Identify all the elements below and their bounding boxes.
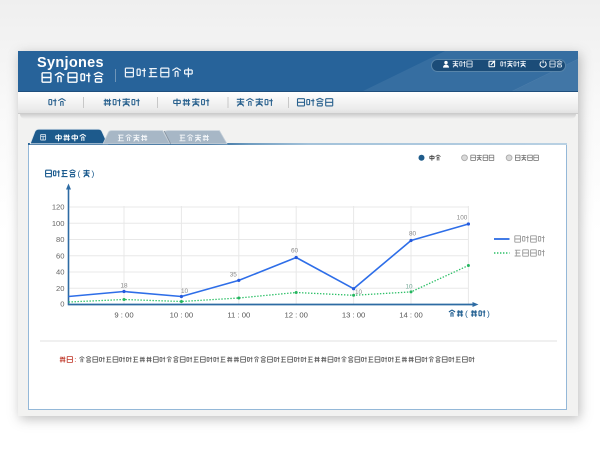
svg-text:(: ( [78,169,81,179]
svg-text:12 : 00: 12 : 00 [284,310,308,319]
svg-text:10 : 00: 10 : 00 [170,310,194,319]
svg-text:40: 40 [56,268,64,277]
svg-text:80: 80 [409,231,417,238]
svg-text:100: 100 [52,219,65,228]
svg-text:10: 10 [181,288,189,295]
svg-text:10: 10 [405,284,413,291]
svg-text:13 : 00: 13 : 00 [342,310,366,319]
svg-text:14 : 00: 14 : 00 [399,310,423,319]
svg-text:20: 20 [56,284,64,293]
svg-text:): ) [92,169,95,179]
svg-text:11 : 00: 11 : 00 [227,310,250,319]
svg-text:(: ( [465,309,468,319]
svg-text:60: 60 [291,248,299,255]
svg-text:120: 120 [52,203,65,212]
svg-text:9 : 00: 9 : 00 [114,310,133,319]
svg-text:18: 18 [120,283,128,290]
svg-text:10: 10 [355,289,363,296]
svg-text::: : [74,355,76,364]
svg-text:0: 0 [60,300,64,309]
svg-text:): ) [487,309,490,319]
svg-text:60: 60 [56,251,64,260]
svg-text:80: 80 [56,235,64,244]
svg-text:100: 100 [457,215,468,222]
svg-text:35: 35 [230,271,238,278]
